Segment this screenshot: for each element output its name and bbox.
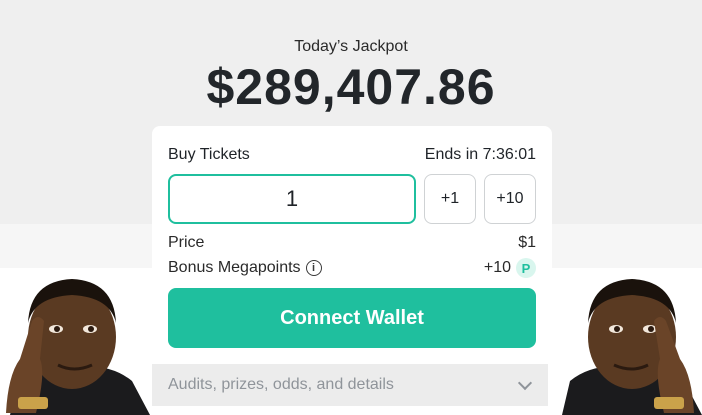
bonus-row: Bonus Megapoints i +10 P (168, 258, 536, 278)
buy-tickets-title: Buy Tickets (168, 146, 250, 163)
jackpot-amount: $289,407.86 (206, 59, 496, 115)
bonus-label-group: Bonus Megapoints i (168, 259, 322, 277)
price-value: $1 (518, 234, 536, 251)
details-accordion[interactable]: Audits, prizes, odds, and details (152, 364, 548, 406)
bonus-value: +10 (483, 259, 511, 276)
bonus-label: Bonus Megapoints (168, 259, 301, 276)
jackpot-label: Today’s Jackpot (294, 38, 408, 55)
bonus-value-group: +10 P (484, 258, 536, 278)
add-ten-button[interactable]: +10 (484, 174, 536, 224)
price-row: Price $1 (168, 234, 536, 252)
connect-wallet-button[interactable]: Connect Wallet (168, 288, 536, 348)
price-label: Price (168, 234, 205, 251)
info-icon[interactable]: i (305, 259, 322, 276)
countdown-timer: Ends in 7:36:01 (424, 146, 536, 163)
ticket-card-header: Buy Tickets Ends in 7:36:01 (168, 146, 536, 164)
meme-figure-left (0, 263, 150, 415)
ticket-quantity-input[interactable] (168, 174, 416, 224)
megapoints-icon: P (516, 258, 536, 278)
details-label: Audits, prizes, odds, and details (168, 376, 394, 393)
meme-figure-right (552, 263, 702, 415)
chevron-down-icon (518, 378, 532, 392)
ticket-purchase-card: Buy Tickets Ends in 7:36:01 +1 +10 Price… (152, 126, 552, 364)
add-one-button[interactable]: +1 (424, 174, 476, 224)
